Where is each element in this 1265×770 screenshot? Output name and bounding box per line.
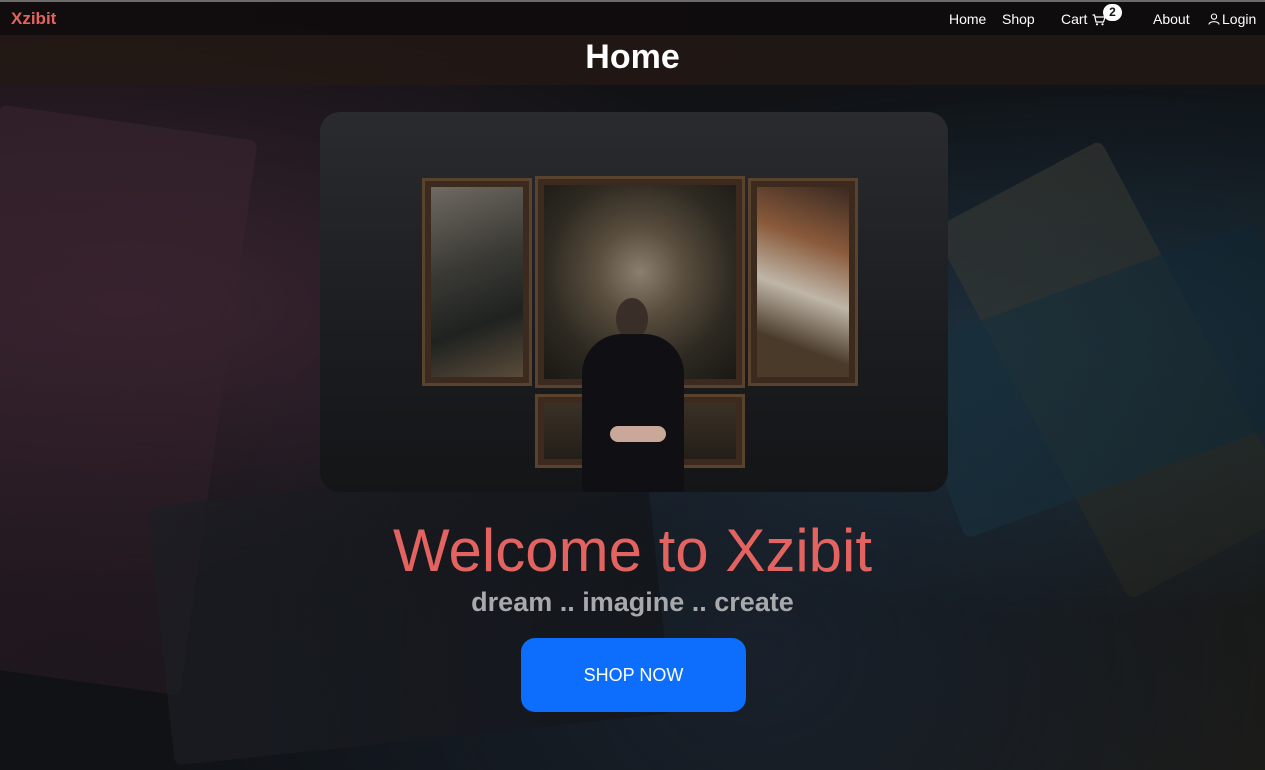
shop-now-button[interactable]: SHOP NOW: [521, 638, 746, 712]
page-title: Home: [585, 38, 680, 76]
viewer-hands: [610, 426, 666, 442]
nav-link-about[interactable]: About: [1153, 11, 1190, 27]
nav-link-home[interactable]: Home: [949, 11, 986, 27]
welcome-heading: Welcome to Xzibit: [392, 517, 873, 584]
nav-link-cart[interactable]: Cart: [1061, 11, 1087, 27]
user-icon: [1208, 13, 1220, 25]
cart-count-badge: 2: [1103, 4, 1122, 21]
nav-link-login[interactable]: Login: [1208, 11, 1256, 27]
hero-gallery-image: [320, 112, 948, 492]
painting-right-panel: [748, 178, 858, 386]
brand-logo[interactable]: Xzibit: [11, 9, 56, 29]
top-navbar: Xzibit Home Shop Cart 2 About Login: [0, 0, 1265, 35]
hero-tagline: dream .. imagine .. create: [471, 587, 794, 617]
painting-left-panel: [422, 178, 532, 386]
nav-link-shop[interactable]: Shop: [1002, 11, 1035, 27]
viewer-silhouette: [582, 334, 684, 492]
page-title-bar: Home: [0, 35, 1265, 85]
login-label: Login: [1222, 11, 1257, 27]
